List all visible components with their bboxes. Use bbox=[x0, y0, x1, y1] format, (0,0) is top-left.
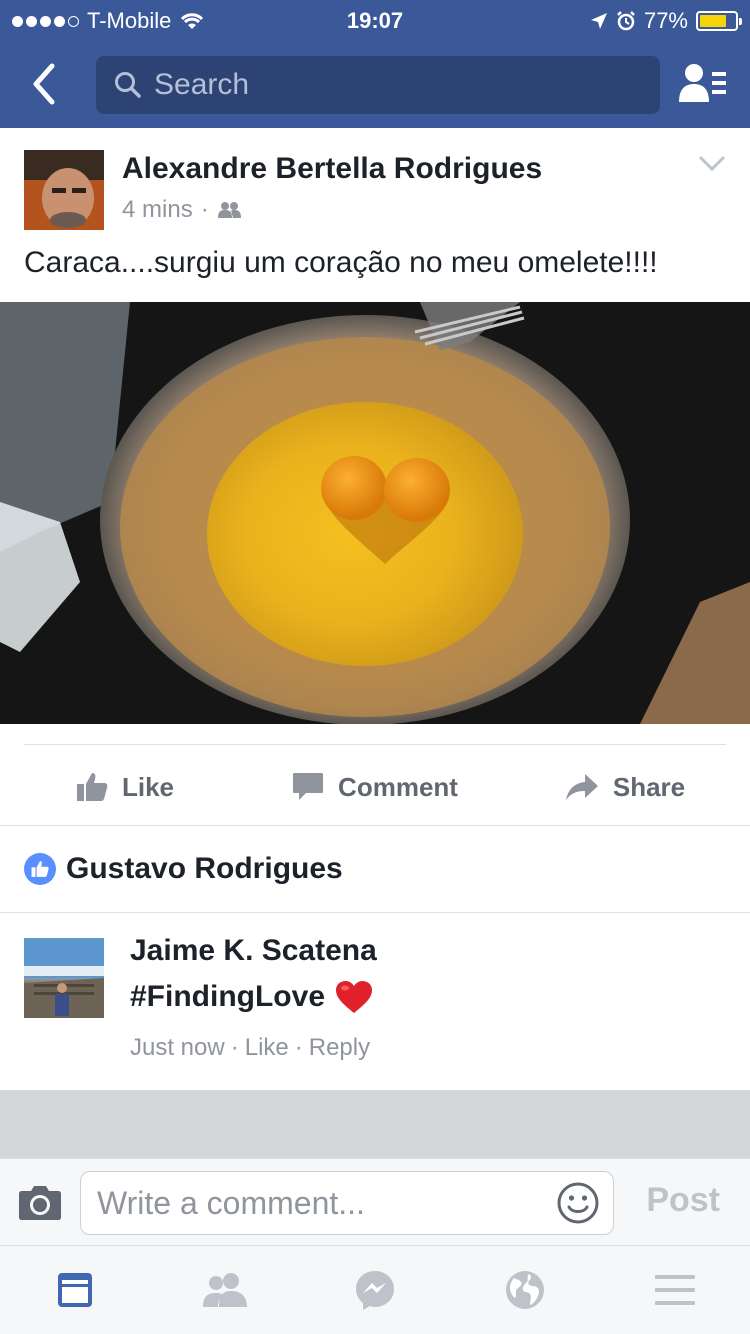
post-meta: 4 mins · bbox=[122, 196, 243, 224]
comment-meta: Just now · Like · Reply bbox=[130, 1034, 370, 1062]
camera-button[interactable] bbox=[18, 1183, 62, 1221]
commenter-avatar[interactable] bbox=[24, 938, 104, 1018]
status-right: 77% bbox=[590, 8, 742, 34]
chevron-left-icon bbox=[33, 63, 55, 105]
like-button[interactable]: Like bbox=[0, 748, 250, 826]
alarm-icon bbox=[617, 11, 635, 31]
camera-icon bbox=[19, 1186, 61, 1220]
separator-band bbox=[0, 1090, 750, 1158]
friends-audience-icon[interactable] bbox=[217, 201, 243, 219]
navigation-bar: Search bbox=[0, 40, 750, 128]
battery-icon bbox=[696, 11, 742, 31]
likes-summary[interactable]: Gustavo Rodrigues bbox=[24, 852, 343, 886]
tab-more[interactable] bbox=[600, 1246, 750, 1334]
globe-icon bbox=[506, 1271, 544, 1309]
comment-composer: Write a comment... Post bbox=[0, 1158, 750, 1246]
meta-separator: · bbox=[230, 1034, 239, 1061]
like-reaction-icon bbox=[24, 853, 56, 885]
tab-news-feed[interactable] bbox=[0, 1246, 150, 1334]
friend-requests-button[interactable] bbox=[678, 62, 728, 106]
search-input[interactable]: Search bbox=[96, 56, 660, 114]
comment-placeholder: Write a comment... bbox=[97, 1184, 365, 1221]
status-bar: T-Mobile 19:07 77% bbox=[0, 0, 750, 40]
comment-label: Comment bbox=[338, 771, 458, 802]
messenger-icon bbox=[356, 1271, 394, 1310]
comment-input[interactable]: Write a comment... bbox=[80, 1171, 614, 1235]
meta-separator: · bbox=[200, 196, 209, 223]
share-arrow-icon bbox=[565, 774, 598, 800]
liker-name[interactable]: Gustavo Rodrigues bbox=[66, 852, 343, 886]
comment-reply-link[interactable]: Reply bbox=[309, 1034, 370, 1062]
red-heart-icon bbox=[336, 981, 372, 1013]
comment-text: #FindingLove bbox=[130, 980, 373, 1014]
search-placeholder: Search bbox=[154, 68, 250, 101]
share-button[interactable]: Share bbox=[500, 748, 750, 826]
comment-hashtag[interactable]: #FindingLove bbox=[130, 980, 325, 1014]
post-photo[interactable] bbox=[0, 302, 750, 724]
comment-time: Just now bbox=[130, 1034, 225, 1061]
emoji-icon[interactable] bbox=[557, 1182, 599, 1224]
comment-bubble-icon bbox=[293, 773, 324, 800]
divider bbox=[0, 825, 750, 826]
menu-icon bbox=[655, 1275, 695, 1305]
comment-like-link[interactable]: Like bbox=[245, 1034, 289, 1062]
divider bbox=[24, 744, 726, 745]
comment-button[interactable]: Comment bbox=[250, 748, 500, 826]
post-author[interactable]: Alexandre Bertella Rodrigues bbox=[122, 152, 542, 186]
back-button[interactable] bbox=[24, 60, 64, 108]
friends-icon bbox=[203, 1273, 247, 1307]
commenter-name[interactable]: Jaime K. Scatena bbox=[130, 934, 377, 968]
post-time[interactable]: 4 mins bbox=[122, 196, 193, 224]
search-icon bbox=[115, 72, 141, 98]
tab-messenger[interactable] bbox=[300, 1246, 450, 1334]
tab-friends[interactable] bbox=[150, 1246, 300, 1334]
tab-bar bbox=[0, 1246, 750, 1334]
share-label: Share bbox=[612, 771, 686, 802]
post-text: Caraca....surgiu um coração no meu omele… bbox=[24, 246, 658, 279]
like-label: Like bbox=[121, 771, 175, 802]
meta-separator: · bbox=[294, 1034, 303, 1061]
friend-requests-icon bbox=[679, 64, 726, 102]
thumbs-up-icon bbox=[76, 773, 108, 801]
battery-percent: 77% bbox=[643, 8, 688, 33]
location-arrow-icon bbox=[590, 13, 607, 29]
chevron-down-icon[interactable] bbox=[698, 154, 726, 174]
divider bbox=[0, 912, 750, 913]
news-feed-icon bbox=[58, 1273, 92, 1307]
post-actions: Like Comment Share bbox=[0, 748, 750, 826]
tab-notifications[interactable] bbox=[450, 1246, 600, 1334]
author-avatar[interactable] bbox=[24, 150, 104, 230]
post-comment-button[interactable]: Post bbox=[646, 1181, 720, 1220]
